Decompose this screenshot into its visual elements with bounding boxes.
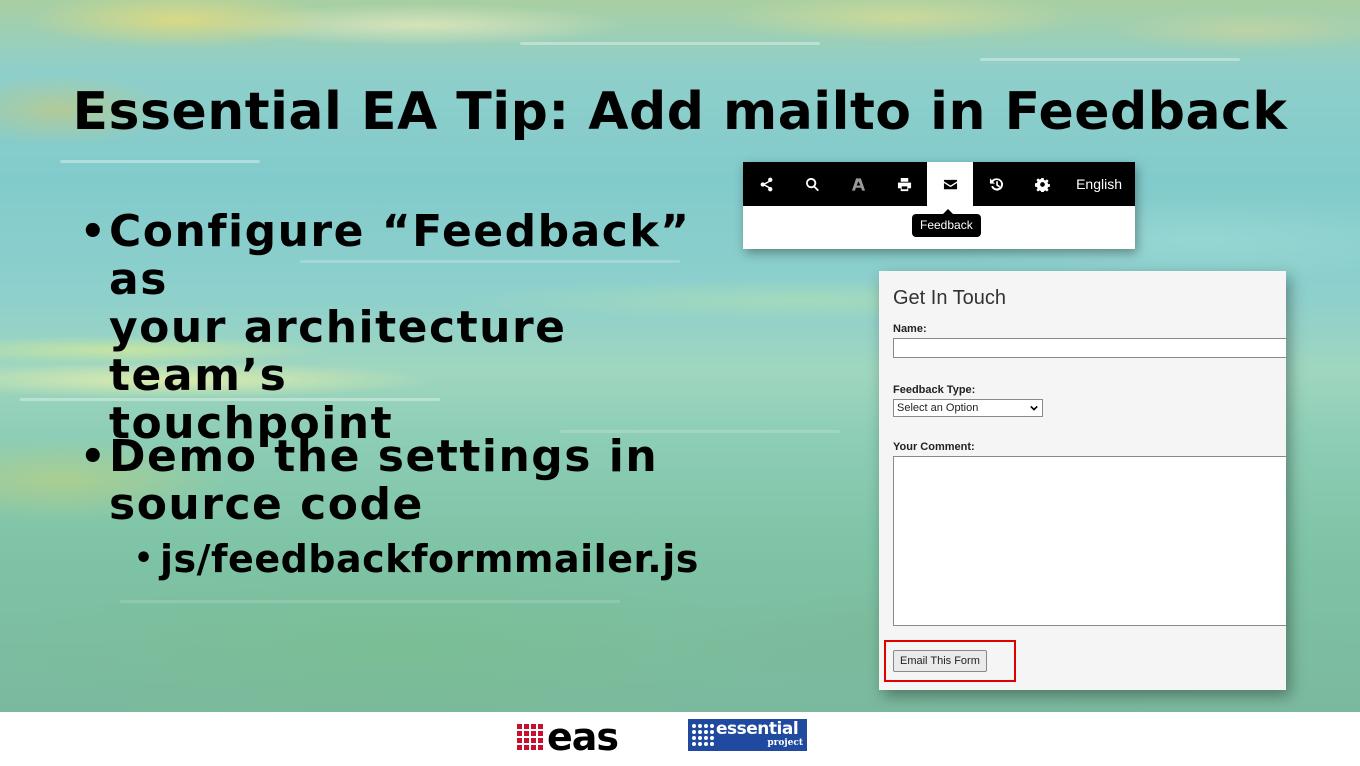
name-input[interactable]: [893, 338, 1286, 358]
history-button[interactable]: [973, 162, 1019, 206]
essential-project-logo: essential project: [688, 719, 807, 751]
bullet-line: source code: [109, 479, 424, 530]
bullet-line: Demo the settings in: [109, 431, 659, 482]
eas-logo: eas: [517, 715, 619, 759]
chevron-down-icon: [1030, 405, 1038, 411]
bullet-line: your architecture team’s: [109, 302, 567, 401]
toolbar-screenshot: English Feedback: [743, 162, 1135, 249]
bullet-item: • Demo the settings in source code: [80, 433, 658, 529]
bullet-item: • Configure “Feedback” as your architect…: [80, 208, 740, 448]
feedback-type-label: Feedback Type:: [893, 384, 976, 396]
feedback-type-selected: Select an Option: [897, 402, 979, 414]
name-label: Name:: [893, 323, 927, 335]
slide-title: Essential EA Tip: Add mailto in Feedback: [72, 82, 1288, 142]
comment-textarea[interactable]: [893, 456, 1286, 626]
sub-bullet-marker: •: [134, 541, 154, 576]
footer: eas essential project: [0, 712, 1360, 766]
form-title: Get In Touch: [893, 287, 1007, 309]
search-button[interactable]: [789, 162, 835, 206]
bullet-marker: •: [80, 209, 108, 255]
feedback-form-screenshot: Get In Touch Name: Feedback Type: Select…: [879, 271, 1286, 690]
settings-button[interactable]: [1019, 162, 1065, 206]
bullet-marker: •: [80, 434, 108, 480]
share-button[interactable]: [743, 162, 789, 206]
sub-bullet-item: • js/feedbackformmailer.js: [134, 538, 699, 580]
language-selector[interactable]: English: [1076, 162, 1135, 206]
feedback-tooltip: Feedback: [912, 209, 981, 237]
envelope-icon: [943, 179, 957, 189]
eas-logo-grid: [517, 724, 543, 750]
comment-label: Your Comment:: [893, 441, 975, 453]
search-icon: [805, 177, 819, 191]
essential-logo-text: essential: [716, 719, 799, 739]
font-button[interactable]: [835, 162, 881, 206]
essential-logo-dots: [692, 724, 714, 746]
feedback-type-select[interactable]: Select an Option: [893, 399, 1043, 417]
share-icon: [760, 177, 772, 191]
sub-bullet-text: js/feedbackformmailer.js: [160, 537, 699, 581]
eas-logo-text: eas: [547, 715, 619, 759]
print-button[interactable]: [881, 162, 927, 206]
gear-icon: [1034, 177, 1050, 192]
toolbar: English: [743, 162, 1135, 206]
font-icon: [851, 177, 865, 191]
history-icon: [989, 177, 1003, 191]
email-form-button[interactable]: Email This Form: [893, 650, 987, 672]
bullet-line: Configure “Feedback” as: [109, 206, 691, 305]
print-icon: [897, 177, 911, 191]
essential-logo-subtext: project: [767, 738, 803, 748]
feedback-button[interactable]: [927, 162, 973, 206]
